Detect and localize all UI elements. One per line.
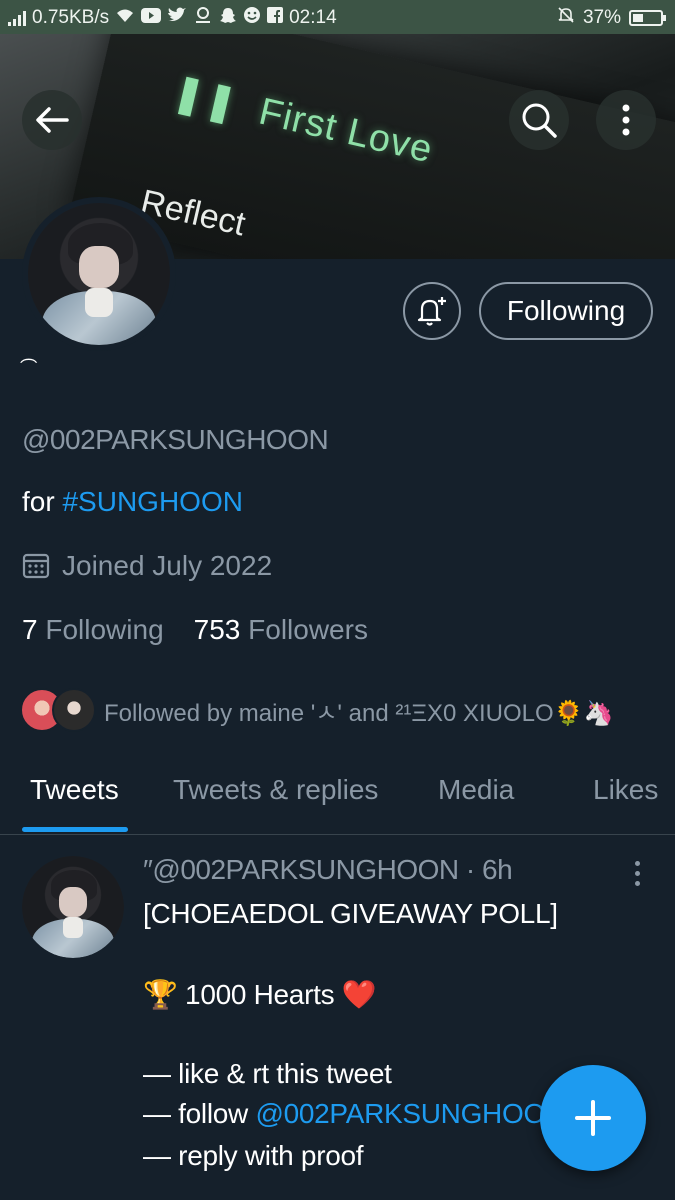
battery-percent: 37% bbox=[582, 6, 621, 28]
facebook-icon bbox=[267, 7, 284, 28]
twitter-icon bbox=[167, 7, 187, 28]
back-button[interactable] bbox=[22, 90, 82, 150]
followed-by[interactable]: Followed by maine 'ㅅ' and ²¹ΞX0 XIUOLO🌻🦄 bbox=[20, 688, 613, 732]
active-tab-indicator bbox=[22, 827, 128, 832]
tweet-line-5: — reply with proof bbox=[143, 1140, 364, 1171]
calendar-icon bbox=[22, 553, 50, 579]
search-icon bbox=[522, 103, 557, 138]
compose-tweet-button[interactable] bbox=[540, 1065, 646, 1171]
back-arrow-icon bbox=[36, 107, 69, 133]
wifi-icon bbox=[115, 7, 135, 28]
status-bar: 0.75KB/s 02:14 37% bbox=[0, 0, 675, 34]
profile-handle: @002PARKSUNGHOON bbox=[22, 424, 329, 455]
tab-likes[interactable]: Likes bbox=[593, 774, 658, 806]
snapchat-icon bbox=[219, 7, 237, 29]
tab-tweets[interactable]: Tweets bbox=[30, 774, 119, 806]
tweet-line-1: [CHOEAEDOL GIVEAWAY POLL] bbox=[143, 898, 558, 929]
joined-label: Joined July 2022 bbox=[62, 550, 273, 581]
following-count-link[interactable]: 7 Following bbox=[22, 614, 164, 646]
followed-by-text: Followed by maine 'ㅅ' and ²¹ΞX0 XIUOLO🌻🦄 bbox=[104, 699, 614, 727]
more-vertical-icon bbox=[622, 104, 630, 136]
followers-count-link[interactable]: 753 Followers bbox=[194, 614, 368, 646]
tweet-avatar[interactable] bbox=[22, 856, 124, 958]
youtube-icon bbox=[141, 7, 162, 28]
tweet-line-4: — follow @002PARKSUNGHOON bbox=[143, 1098, 565, 1129]
tab-tweets-replies[interactable]: Tweets & replies bbox=[173, 774, 378, 806]
battery-icon bbox=[629, 9, 666, 26]
signal-icon bbox=[8, 10, 26, 26]
emoji-icon bbox=[243, 6, 261, 29]
clock: 02:14 bbox=[289, 6, 337, 28]
search-button[interactable] bbox=[509, 90, 569, 150]
profile-bio: for #SUNGHOON bbox=[22, 486, 243, 517]
notifications-button[interactable] bbox=[403, 282, 461, 340]
bio-hashtag-link[interactable]: #SUNGHOON bbox=[62, 486, 242, 517]
tweet-line-2: 🏆 1000 Hearts ❤️ bbox=[143, 979, 377, 1010]
tweet-mention-link[interactable]: @002PARKSUNGHOON bbox=[255, 1098, 565, 1129]
network-speed: 0.75KB/s bbox=[32, 6, 110, 28]
app-icon bbox=[193, 7, 213, 28]
tweet-more-button[interactable] bbox=[626, 858, 648, 888]
following-button[interactable]: Following bbox=[479, 282, 653, 340]
joined-date: Joined July 2022 bbox=[22, 550, 272, 582]
mute-bell-icon bbox=[557, 6, 575, 29]
tweet-header[interactable]: ″@002PARKSUNGHOON · 6h bbox=[143, 854, 513, 886]
plus-icon bbox=[575, 1100, 611, 1136]
bell-plus-icon bbox=[417, 297, 446, 326]
more-button[interactable] bbox=[596, 90, 656, 150]
tweet-line-3: — like & rt this tweet bbox=[143, 1058, 392, 1089]
profile-tabs: Tweets Tweets & replies Media Likes bbox=[0, 760, 675, 835]
mutual-avatar-2 bbox=[52, 688, 96, 732]
follow-counts: 7 Following 753 Followers bbox=[22, 614, 368, 646]
profile-avatar[interactable] bbox=[22, 197, 176, 351]
tab-media[interactable]: Media bbox=[438, 774, 514, 806]
